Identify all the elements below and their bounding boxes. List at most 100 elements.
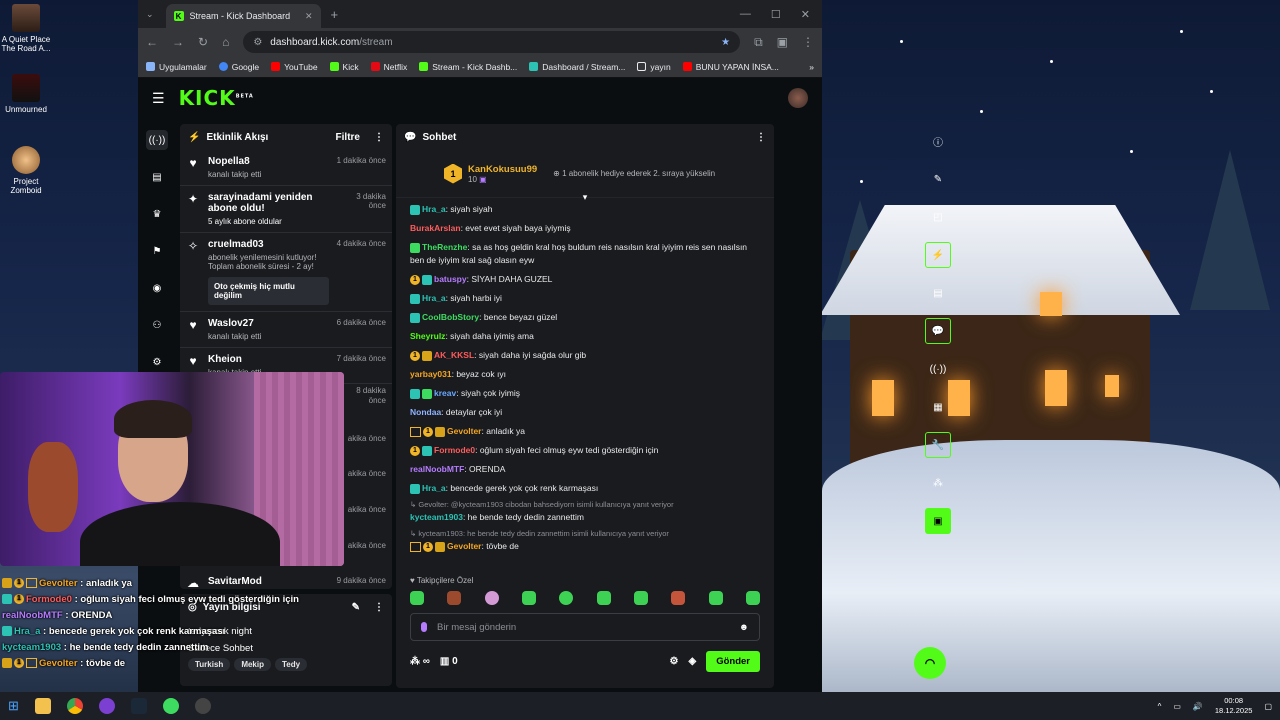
back-icon[interactable]: ←: [146, 35, 158, 49]
stream-nav-icon[interactable]: ((·)): [146, 130, 168, 150]
bookmark-star-icon[interactable]: ★: [721, 37, 730, 48]
desktop-icon-project-zomboid[interactable]: Project Zomboid: [0, 146, 52, 195]
obs-icon[interactable]: [194, 698, 211, 714]
emote-icon[interactable]: [521, 591, 536, 605]
bookmark-netflix[interactable]: Netflix: [370, 62, 407, 72]
bookmark-bunu-yapan[interactable]: BUNU YAPAN İNSA...: [682, 62, 779, 72]
profile-icon[interactable]: ▣: [777, 35, 788, 49]
bookmark-kick[interactable]: Kick: [329, 62, 359, 72]
notes-icon[interactable]: ▤: [925, 280, 951, 306]
gift-box-icon[interactable]: ▥ 0: [440, 656, 458, 667]
share-tool-icon[interactable]: ⁂: [925, 470, 951, 496]
chat-username[interactable]: Hra_a: [422, 483, 446, 493]
desktop-icon-unmourned[interactable]: Unmourned: [0, 74, 52, 114]
reload-icon[interactable]: ↻: [198, 35, 208, 49]
trophy-nav-icon[interactable]: ♛: [146, 204, 168, 224]
chat-username[interactable]: Formode0: [434, 445, 475, 455]
volume-icon[interactable]: 🔊: [1193, 702, 1203, 711]
xbox-icon[interactable]: [162, 698, 179, 714]
file-explorer-icon[interactable]: [34, 698, 51, 714]
community-nav-icon[interactable]: ⚑: [146, 241, 168, 261]
bookmarks-overflow-icon[interactable]: »: [809, 62, 814, 72]
scan-icon[interactable]: ◰: [925, 204, 951, 230]
chat-message-input[interactable]: Bir mesaj gönderin ☻: [410, 613, 760, 641]
clock[interactable]: 00:08 18.12.2025: [1215, 696, 1253, 716]
users-nav-icon[interactable]: ⚇: [146, 315, 168, 335]
camera-nav-icon[interactable]: ◉: [146, 278, 168, 298]
new-tab-icon[interactable]: +: [331, 7, 339, 22]
send-button[interactable]: Gönder: [706, 651, 760, 672]
emote-icon[interactable]: [596, 591, 611, 605]
url-input[interactable]: ⚙ dashboard.kick.com/stream ★: [243, 31, 741, 53]
info-icon[interactable]: ⓘ: [925, 128, 951, 154]
chat-username[interactable]: Gevolter: [447, 541, 482, 551]
extensions-icon[interactable]: ⧉: [754, 35, 763, 50]
hamburger-menu-icon[interactable]: ☰: [152, 90, 165, 107]
bolt-tool-icon[interactable]: ⚡: [925, 242, 951, 268]
activity-more-icon[interactable]: ⋮: [374, 132, 384, 143]
chat-username[interactable]: CoolBobStory: [422, 312, 479, 322]
chat-username[interactable]: realNoobMTF: [410, 464, 464, 474]
bookmark-kick-dashboard[interactable]: Stream - Kick Dashb...: [419, 62, 517, 72]
emote-icon[interactable]: [447, 591, 462, 605]
close-window-icon[interactable]: ✕: [801, 8, 810, 21]
chat-username[interactable]: batuspy: [434, 274, 467, 284]
reply-context[interactable]: ↳ kycteam1903: he bende tedy dedin zanne…: [396, 527, 774, 540]
top-gifter-name[interactable]: KanKokusuu99: [468, 164, 537, 175]
emote-icon[interactable]: [633, 591, 648, 605]
video-nav-icon[interactable]: ▤: [146, 167, 168, 187]
maximize-icon[interactable]: ☐: [771, 8, 781, 21]
bookmark-folder-yayin[interactable]: yayın: [637, 62, 671, 72]
site-info-icon[interactable]: ⚙: [253, 37, 262, 48]
bookmark-google[interactable]: Google: [218, 62, 259, 72]
home-icon[interactable]: ⌂: [222, 35, 229, 49]
edit-pencil-icon[interactable]: ✎: [352, 602, 360, 613]
pencil-icon[interactable]: ✎: [925, 166, 951, 192]
support-headset-button[interactable]: ◠: [914, 647, 946, 679]
chat-username[interactable]: Gevolter: [447, 426, 482, 436]
kick-logo[interactable]: KICKBETA: [179, 86, 254, 110]
steam-icon[interactable]: [130, 698, 147, 714]
chat-username[interactable]: Hra_a: [422, 293, 446, 303]
emote-icon[interactable]: [671, 591, 686, 605]
chat-username[interactable]: AK_KKSL: [434, 350, 474, 360]
chat-tool-icon[interactable]: 💬: [925, 318, 951, 344]
wrench-tool-icon[interactable]: 🔧: [925, 432, 951, 458]
stream-info-more-icon[interactable]: ⋮: [374, 602, 384, 613]
settings-nav-icon[interactable]: ⚙: [146, 352, 168, 372]
emote-icon[interactable]: [745, 591, 760, 605]
emote-icon[interactable]: [410, 591, 424, 605]
bookmark-apps[interactable]: Uygulamalar: [146, 62, 207, 72]
forward-icon[interactable]: →: [172, 35, 184, 49]
chat-username[interactable]: kycteam1903: [410, 512, 463, 522]
chat-username[interactable]: Sheyrulz: [410, 331, 445, 341]
activity-user[interactable]: Nopella8: [208, 156, 329, 167]
activity-user[interactable]: Kheion: [208, 354, 329, 365]
app-icon[interactable]: [98, 698, 115, 714]
bookmark-youtube[interactable]: YouTube: [271, 62, 318, 72]
windows-start-icon[interactable]: ⊞: [8, 698, 19, 714]
chat-username[interactable]: Nondaa: [410, 407, 441, 417]
chat-username[interactable]: TheRenzhe: [422, 242, 467, 252]
chat-more-icon[interactable]: ⋮: [756, 132, 766, 143]
user-avatar[interactable]: [788, 88, 808, 108]
activity-user[interactable]: Waslov27: [208, 318, 329, 329]
chat-bot-icon[interactable]: ◈: [689, 656, 697, 667]
emote-icon[interactable]: [559, 591, 574, 605]
notifications-icon[interactable]: ▢: [1264, 702, 1272, 711]
minimize-icon[interactable]: —: [740, 8, 751, 21]
tab-search-icon[interactable]: ⌄: [146, 9, 154, 20]
network-icon[interactable]: ▭: [1173, 702, 1181, 711]
desktop-icon-a-quiet-place[interactable]: A Quiet Place The Road A...: [0, 4, 52, 53]
tab-close-icon[interactable]: ✕: [305, 11, 313, 22]
chrome-icon[interactable]: [66, 698, 83, 714]
tray-chevron-icon[interactable]: ^: [1158, 702, 1162, 711]
emoji-picker-icon[interactable]: ☻: [739, 622, 749, 633]
browser-tab[interactable]: K Stream - Kick Dashboard ✕: [165, 4, 321, 28]
chat-username[interactable]: kreav: [434, 388, 456, 398]
channel-points-icon[interactable]: ⁂ ∞: [410, 656, 430, 667]
activity-user[interactable]: sarayinadami yeniden abone oldu!: [208, 192, 344, 214]
menu-dots-icon[interactable]: ⋮: [802, 35, 814, 49]
activity-filter-button[interactable]: Filtre: [336, 132, 360, 143]
emote-icon[interactable]: [708, 591, 723, 605]
